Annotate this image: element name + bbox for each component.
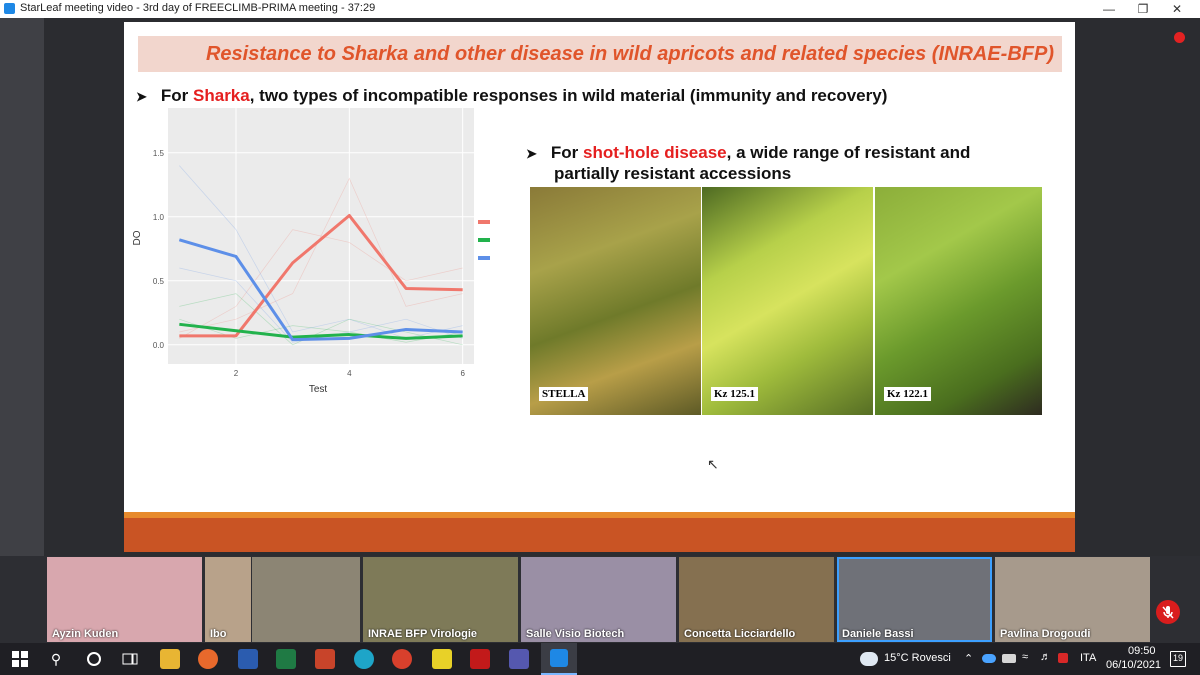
wifi-icon[interactable]: ≈: [1022, 651, 1028, 663]
chart-x-axis-label: Test: [309, 384, 328, 395]
taskbar-date[interactable]: 06/10/2021: [1106, 659, 1161, 671]
security-icon[interactable]: [1058, 653, 1068, 663]
chart-y-axis-label: DO: [132, 230, 143, 245]
participant-tile[interactable]: Ibo: [205, 557, 251, 642]
chart-x-tick-label: 2: [234, 369, 239, 378]
participant-name: INRAE BFP Virologie: [368, 628, 478, 640]
participant-tile[interactable]: Salle Visio Biotech: [521, 557, 676, 642]
participant-name: Pavlina Drogoudi: [1000, 628, 1091, 640]
chart-legend-swatch: [478, 238, 490, 242]
shared-slide: Resistance to Sharka and other disease i…: [124, 22, 1075, 552]
chevron-up-icon[interactable]: ⌃: [964, 652, 973, 665]
minimize-icon[interactable]: —: [1092, 0, 1126, 18]
bullet-shot-hole-line2: partially resistant accessions: [554, 164, 792, 183]
photo-kz-122-1: Kz 122.1: [875, 187, 1042, 415]
chrome-icon[interactable]: [392, 649, 412, 669]
chart-legend: 123: [478, 220, 490, 260]
microphone-off-icon: [1162, 606, 1174, 619]
notification-count: 19: [1173, 653, 1184, 663]
video-left-strip: [0, 18, 44, 556]
bullet-shot-hole-post: , a wide range of resistant and: [726, 143, 971, 162]
participant-tile[interactable]: Concetta Licciardello: [679, 557, 834, 642]
restore-icon[interactable]: ❐: [1126, 0, 1160, 18]
participant-tile[interactable]: Pavlina Drogoudi: [995, 557, 1150, 642]
taskbar-time[interactable]: 09:50: [1128, 645, 1156, 657]
participant-name: Ayzin Kuden: [52, 628, 119, 640]
onedrive-icon[interactable]: [982, 654, 996, 663]
recording-indicator-icon: [1174, 32, 1185, 43]
participant-name: Daniele Bassi: [842, 628, 914, 640]
chart-x-tick-label: 6: [460, 369, 465, 378]
windows-taskbar: ⚲ 15°C Rovesci ⌃ ≈ ♬ ITA 09:50 06/10/202…: [0, 643, 1200, 675]
photo-label-kz-125-1: Kz 125.1: [711, 387, 758, 401]
volume-icon[interactable]: ♬: [1040, 651, 1051, 663]
starleaf-icon[interactable]: [541, 643, 577, 675]
participant-name: Ibo: [210, 628, 227, 640]
participant-tile[interactable]: [252, 557, 360, 642]
mouse-cursor-icon: ↖: [707, 456, 719, 472]
powerpoint-icon[interactable]: [315, 649, 335, 669]
window-title-bar: StarLeaf meeting video - 3rd day of FREE…: [0, 0, 1200, 18]
bullet-arrow-icon: ➤: [526, 146, 537, 161]
search-icon[interactable]: ⚲: [46, 649, 66, 669]
slide-footer: [124, 518, 1075, 552]
teams-icon[interactable]: [509, 649, 529, 669]
photo-stella: STELLA: [530, 187, 701, 415]
bullet-shot-hole-highlight: shot-hole disease: [583, 143, 727, 162]
chart-legend-swatch: [478, 256, 490, 260]
chart-y-tick-label: 0.0: [153, 341, 165, 350]
microphone-mute-button[interactable]: [1156, 600, 1180, 624]
slide-title-bar: Resistance to Sharka and other disease i…: [138, 36, 1062, 72]
sticky-notes-icon[interactable]: [432, 649, 452, 669]
photo-label-stella: STELLA: [539, 387, 589, 401]
chart-y-tick-label: 1.0: [153, 213, 165, 222]
edge-icon[interactable]: [354, 649, 374, 669]
chart-y-tick-label: 1.5: [153, 149, 165, 158]
weather-cloud-icon: [860, 652, 878, 666]
participant-tile[interactable]: INRAE BFP Virologie: [363, 557, 518, 642]
participant-name: Salle Visio Biotech: [526, 628, 625, 640]
acrobat-icon[interactable]: [470, 649, 490, 669]
taskbar-language[interactable]: ITA: [1080, 652, 1096, 664]
chart-y-tick-label: 0.5: [153, 277, 165, 286]
bullet-shot-hole-pre: For: [550, 143, 584, 162]
task-view-icon[interactable]: [120, 649, 140, 669]
firefox-icon[interactable]: [198, 649, 218, 669]
file-explorer-icon[interactable]: [160, 649, 180, 669]
chart-y-ticks: 0.0 0.5 1.0 1.5: [153, 149, 165, 350]
starleaf-app-icon: [4, 3, 15, 14]
participant-name: Concetta Licciardello: [684, 628, 796, 640]
photo-label-kz-122-1: Kz 122.1: [884, 387, 931, 401]
sharka-line-chart: 0.0 0.5 1.0 1.5 2 4 6 Test DO 123: [132, 108, 490, 395]
windows-start-icon[interactable]: [10, 649, 30, 669]
slide-title: Resistance to Sharka and other disease i…: [205, 43, 1054, 65]
bullet-shot-hole: ➤ For shot-hole disease, a wide range of …: [526, 143, 970, 163]
photo-kz-125-1: Kz 125.1: [702, 187, 873, 415]
taskbar-weather[interactable]: 15°C Rovesci: [884, 652, 951, 664]
chart-x-ticks: 2 4 6: [234, 369, 466, 378]
word-icon[interactable]: [238, 649, 258, 669]
participant-tile[interactable]: Ayzin Kuden: [47, 557, 202, 642]
window-title: StarLeaf meeting video - 3rd day of FREE…: [20, 2, 376, 14]
battery-icon[interactable]: [1002, 654, 1016, 663]
close-icon[interactable]: ✕: [1160, 0, 1194, 18]
chart-x-tick-label: 4: [347, 369, 352, 378]
excel-icon[interactable]: [276, 649, 296, 669]
participant-strip: Ayzin Kuden Ibo INRAE BFP Virologie Sall…: [47, 557, 1151, 642]
cortana-icon[interactable]: [84, 649, 104, 669]
notification-center-icon[interactable]: 19: [1170, 651, 1186, 667]
chart-legend-swatch: [478, 220, 490, 224]
participant-tile[interactable]: Daniele Bassi: [837, 557, 992, 642]
